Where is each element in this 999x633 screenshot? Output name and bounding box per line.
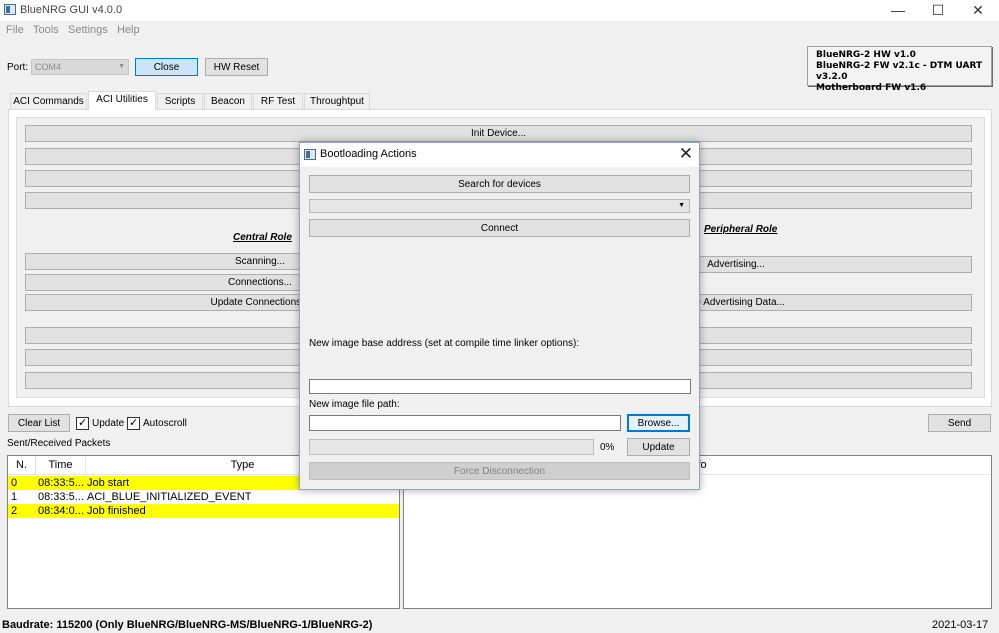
status-bar: Baudrate: 115200 (Only BlueNRG/BlueNRG-M… (0, 615, 999, 633)
packets-section-label: Sent/Received Packets (7, 438, 111, 449)
menu-file[interactable]: File (6, 24, 24, 36)
update-firmware-button[interactable]: Update (627, 438, 690, 456)
title-bar: BlueNRG GUI v4.0.0 — ☐ ✕ (0, 0, 999, 21)
maximize-button[interactable]: ☐ (918, 0, 958, 21)
chevron-down-icon: ▼ (678, 202, 685, 209)
port-close-button[interactable]: Close (135, 58, 198, 76)
init-device-button[interactable]: Init Device... (25, 125, 972, 142)
autoscroll-checkbox-label: Autoscroll (143, 418, 187, 429)
table-row[interactable]: 1 08:33:5... ACI_BLUE_INITIALIZED_EVENT (8, 490, 399, 504)
update-checkbox-label: Update (92, 418, 125, 429)
clear-list-button[interactable]: Clear List (8, 414, 70, 432)
file-path-label: New image file path: (309, 399, 400, 410)
base-address-input[interactable] (309, 379, 691, 394)
window-close-button[interactable]: ✕ (958, 0, 998, 21)
tab-scripts[interactable]: Scripts (157, 93, 203, 109)
table-row[interactable]: 2 08:34:0... Job finished (8, 504, 399, 518)
dialog-title: Bootloading Actions (320, 148, 417, 160)
autoscroll-checkbox[interactable] (127, 416, 140, 430)
dialog-title-bar: Bootloading Actions ✕ (300, 143, 699, 167)
menu-settings[interactable]: Settings (68, 24, 108, 36)
app-icon (4, 4, 16, 15)
search-devices-button[interactable]: Search for devices (309, 175, 690, 193)
close-icon[interactable]: ✕ (679, 144, 693, 164)
central-role-label: Central Role (233, 232, 292, 243)
hw-reset-button[interactable]: HW Reset (205, 58, 268, 76)
window-title: BlueNRG GUI v4.0.0 (20, 4, 123, 16)
tab-aci-commands[interactable]: ACI Commands (10, 93, 87, 109)
row-type: ACI_BLUE_INITIALIZED_EVENT (87, 491, 252, 503)
row-time: 08:33:5... (38, 477, 84, 489)
port-value: COM4 (35, 62, 62, 72)
menu-help[interactable]: Help (117, 24, 140, 36)
column-header-time[interactable]: Time (36, 456, 86, 475)
baudrate-status: Baudrate: 115200 (Only BlueNRG/BlueNRG-M… (2, 619, 373, 631)
file-path-input[interactable] (309, 415, 621, 431)
hw-info-panel: BlueNRG-2 HW v1.0 BlueNRG-2 FW v2.1c - D… (807, 46, 992, 93)
fw-version: BlueNRG-2 FW v2.1c - DTM UART v3.2.0 (816, 61, 983, 82)
row-time: 08:34:0... (38, 505, 84, 517)
update-checkbox[interactable] (76, 416, 89, 430)
tab-beacon[interactable]: Beacon (204, 93, 252, 109)
row-time: 08:33:5... (38, 491, 84, 503)
minimize-button[interactable]: — (878, 0, 918, 21)
row-type: Job finished (87, 505, 146, 517)
bootloading-dialog: Bootloading Actions ✕ Search for devices… (299, 142, 700, 490)
upload-progress-bar (309, 439, 594, 455)
send-button[interactable]: Send (928, 414, 991, 432)
port-label: Port: (7, 62, 29, 73)
tab-aci-utilities[interactable]: ACI Utilities (88, 91, 156, 110)
row-type: Job start (87, 477, 130, 489)
menu-tools[interactable]: Tools (33, 24, 59, 36)
progress-percent: 0% (600, 442, 615, 453)
date-status: 2021-03-17 (932, 619, 989, 631)
row-n: 1 (11, 491, 18, 503)
base-address-label: New image base address (set at compile t… (309, 338, 580, 349)
peripheral-role-label: Peripheral Role (704, 224, 778, 235)
device-select[interactable]: ▼ (309, 199, 690, 213)
menu-bar: File Tools Settings Help (0, 21, 999, 39)
tab-throughtput[interactable]: Throughtput (304, 93, 370, 109)
column-header-n[interactable]: N. (8, 456, 36, 475)
motherboard-version: Motherboard FW v1.6 (816, 83, 927, 93)
dialog-app-icon (304, 149, 316, 160)
hw-version: BlueNRG-2 HW v1.0 (816, 50, 916, 60)
port-select[interactable]: COM4 ▼ (31, 59, 129, 75)
force-disconnection-button: Force Disconnection (309, 462, 690, 480)
browse-button[interactable]: Browse... (627, 414, 690, 432)
row-n: 0 (11, 477, 18, 489)
row-n: 2 (11, 505, 18, 517)
connect-button[interactable]: Connect (309, 219, 690, 237)
tab-rf-test[interactable]: RF Test (253, 93, 303, 109)
chevron-down-icon: ▼ (118, 63, 125, 70)
